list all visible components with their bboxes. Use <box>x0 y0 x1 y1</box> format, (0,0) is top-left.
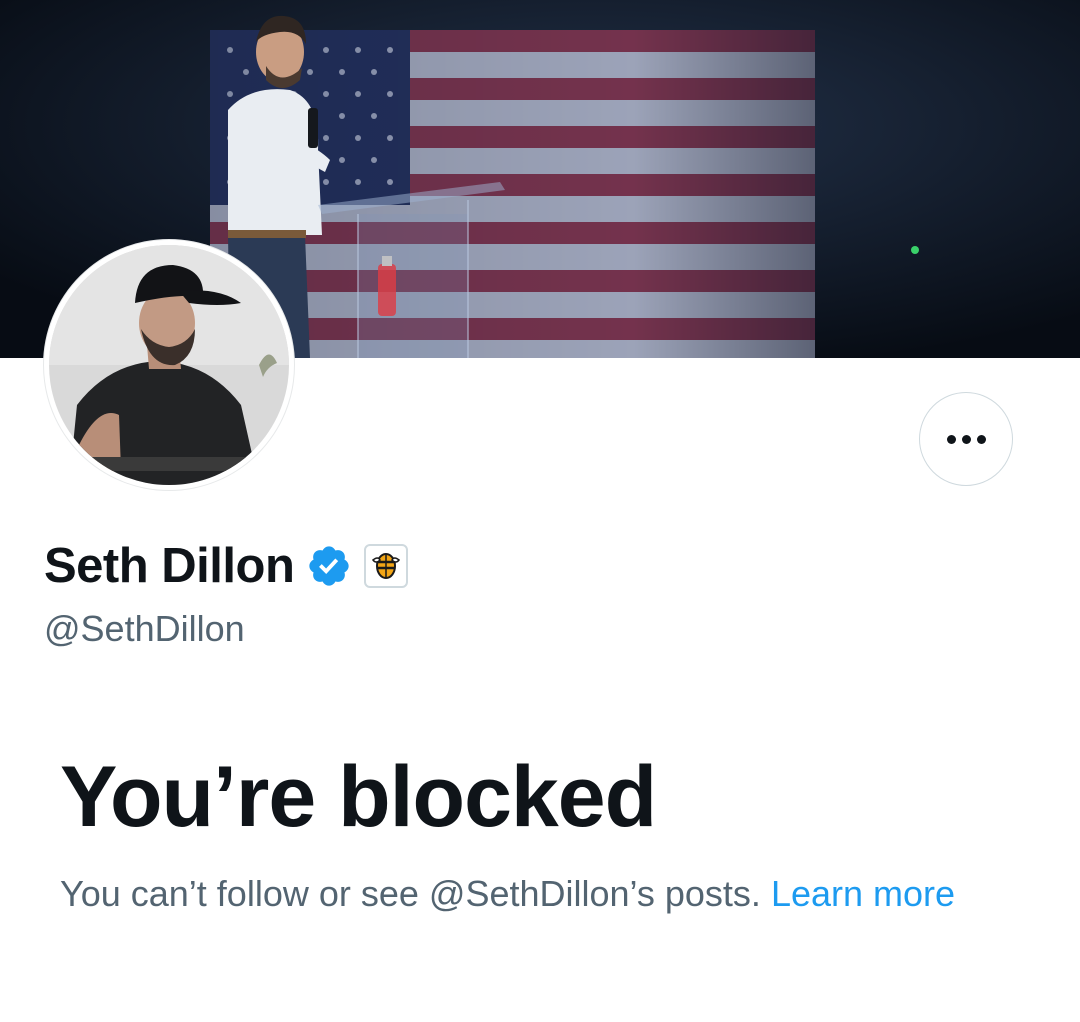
blocked-message: You can’t follow or see @SethDillon’s po… <box>60 866 1020 921</box>
profile-handle: @SethDillon <box>44 608 245 649</box>
more-horizontal-icon <box>946 434 986 444</box>
profile-name-row: Seth Dillon <box>44 536 409 596</box>
babylon-bee-badge-icon <box>372 553 401 579</box>
verified-badge-icon[interactable] <box>306 543 352 589</box>
blocked-message-text: You can’t follow or see @SethDillon’s po… <box>60 873 761 914</box>
profile-avatar[interactable] <box>44 240 294 490</box>
profile-display-name: Seth Dillon <box>44 539 295 593</box>
learn-more-link[interactable]: Learn more <box>771 873 955 914</box>
affiliation-badge[interactable] <box>364 544 409 588</box>
more-options-button[interactable] <box>919 392 1013 486</box>
blocked-title: You’re blocked <box>60 749 657 845</box>
